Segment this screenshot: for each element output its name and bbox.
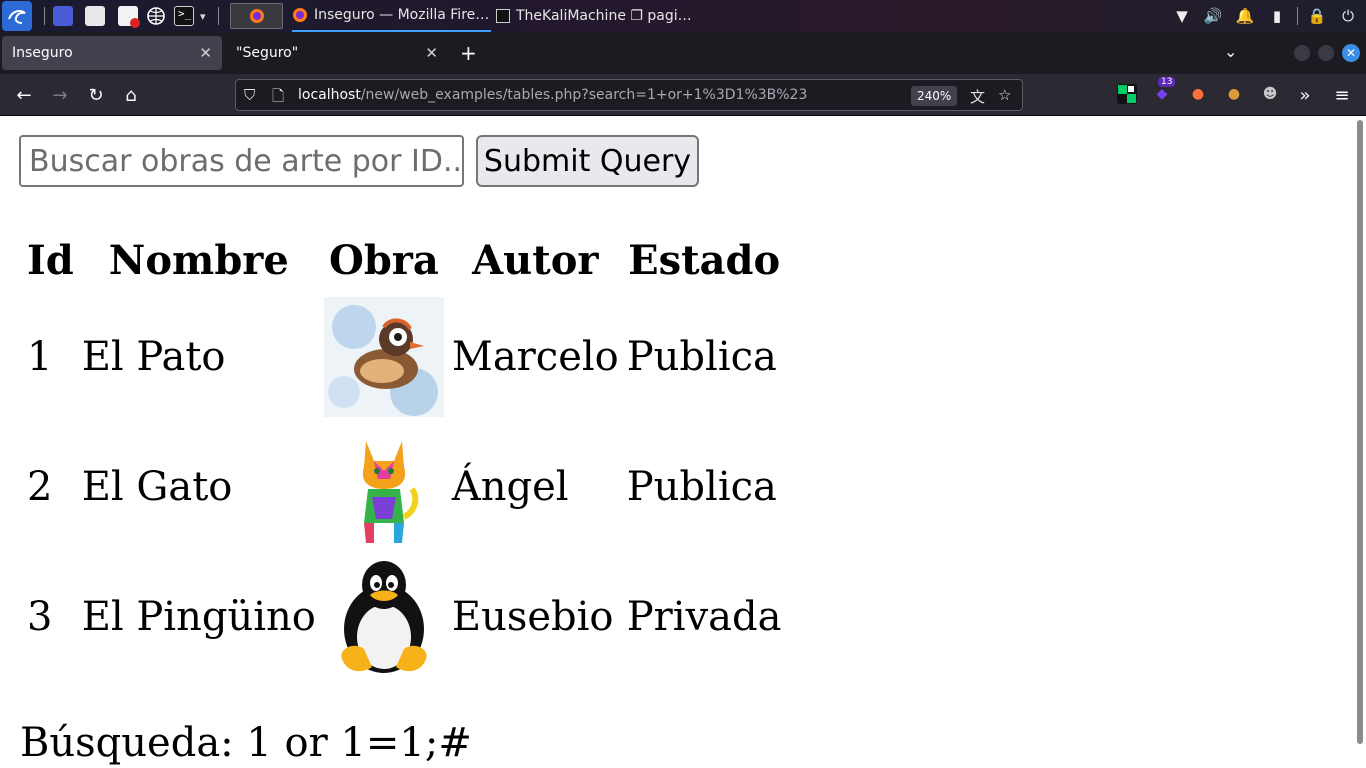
cell-autor: Ángel <box>451 464 569 510</box>
forward-arrow-icon[interactable]: → <box>47 82 73 108</box>
close-icon[interactable]: ✕ <box>199 44 212 62</box>
reload-icon[interactable]: ↻ <box>83 82 109 108</box>
taskbar-task-label: TheKaliMachine ❐ pagi… <box>516 8 692 24</box>
shield-icon[interactable]: ⛉ <box>244 86 255 104</box>
tab-seguro[interactable]: "Seguro" ✕ <box>226 36 448 70</box>
cell-nombre: El Gato <box>81 464 233 510</box>
minimize-button[interactable] <box>1294 45 1310 61</box>
url-text[interactable]: localhost/new/web_examples/tables.php?se… <box>298 87 807 103</box>
cookie-icon[interactable]: ● <box>1224 84 1244 104</box>
notifications-bell-icon[interactable]: 🔔 <box>1233 0 1257 32</box>
wifi-icon[interactable]: ▼ <box>1170 0 1194 32</box>
tab-inseguro[interactable]: Inseguro ✕ <box>2 36 222 70</box>
cell-estado: Publica <box>626 334 777 380</box>
cell-nombre: El Pato <box>81 334 226 380</box>
back-arrow-icon[interactable]: ← <box>11 82 37 108</box>
taskbar-task-firefox[interactable]: Inseguro — Mozilla Fire… <box>292 0 491 32</box>
translate-icon[interactable]: 文 <box>970 86 985 107</box>
kali-dragon-icon <box>8 10 26 24</box>
window-close-button[interactable]: ✕ <box>1342 44 1360 62</box>
more-tools-chevron-icon[interactable]: » <box>1292 82 1318 108</box>
penguin-artwork-image <box>323 557 444 677</box>
extension-qr-icon[interactable] <box>1117 84 1137 104</box>
column-header-autor: Autor <box>472 236 599 284</box>
cell-estado: Publica <box>626 464 777 510</box>
home-icon[interactable]: ⌂ <box>118 82 144 108</box>
new-tab-button[interactable]: + <box>460 41 477 65</box>
taskbar-task-terminal[interactable]: TheKaliMachine ❐ pagi… <box>496 0 692 32</box>
table-row: 3 El Pingüino Eusebio Privada <box>27 554 781 680</box>
chevron-down-icon[interactable]: ▾ <box>200 0 206 32</box>
workspace-icon[interactable] <box>53 6 73 26</box>
column-header-estado: Estado <box>628 236 781 284</box>
submit-query-button[interactable]: Submit Query <box>476 135 699 187</box>
duck-artwork-image <box>323 297 444 417</box>
kali-menu-button[interactable] <box>2 1 32 31</box>
page-info-icon[interactable]: 🗋 <box>272 86 284 111</box>
url-path: /new/web_examples/tables.php?search=1+or… <box>360 87 808 103</box>
cell-obra <box>323 424 444 550</box>
hamburger-menu-icon[interactable]: ≡ <box>1329 82 1355 108</box>
cell-id: 2 <box>27 464 53 510</box>
zoom-level-badge[interactable]: 240% <box>911 86 958 106</box>
cell-obra <box>323 554 444 680</box>
maximize-button[interactable] <box>1318 45 1334 61</box>
search-result-text: Búsqueda: 1 or 1=1;# <box>20 720 472 766</box>
artworks-table: Id Nombre Obra Autor Estado 1 El Pato Ma… <box>19 226 789 684</box>
extension-fox-icon[interactable]: ● <box>1188 84 1208 104</box>
os-taskbar: >_ ▾ Inseguro — Mozilla Fire… TheKaliMac… <box>0 0 1366 32</box>
search-input[interactable] <box>19 135 464 187</box>
tab-label: "Seguro" <box>236 45 299 61</box>
page-content: Submit Query Id Nombre Obra Autor Estado… <box>0 116 1354 768</box>
chevron-down-icon[interactable]: ⌄ <box>1224 42 1237 61</box>
cat-artwork-image <box>323 427 444 547</box>
taskbar-task-label: Inseguro — Mozilla Fire… <box>314 7 490 23</box>
url-host: localhost <box>298 87 361 103</box>
battery-icon[interactable]: ▮ <box>1265 0 1289 32</box>
extension-face-icon[interactable]: ☻ <box>1260 84 1280 104</box>
page-scrollbar[interactable] <box>1354 116 1366 768</box>
taskbar-separator <box>44 7 45 25</box>
volume-icon[interactable]: 🔊 <box>1201 0 1225 32</box>
table-row: 1 El Pato Marcelo Publica <box>27 294 781 420</box>
column-header-id: Id <box>27 236 74 284</box>
taskbar-separator <box>218 7 219 25</box>
browser-nav-bar: ← → ↻ ⌂ ⛉ 🗋 localhost/new/web_examples/t… <box>0 74 1366 116</box>
power-icon[interactable]: ⏻ <box>1336 0 1360 32</box>
text-editor-icon[interactable] <box>118 6 140 28</box>
web-browser-globe-icon[interactable] <box>146 6 166 26</box>
firefox-icon <box>249 9 264 23</box>
url-bar[interactable]: ⛉ 🗋 localhost/new/web_examples/tables.ph… <box>235 79 1023 111</box>
firefox-icon <box>293 8 307 22</box>
file-manager-icon[interactable] <box>85 6 105 26</box>
taskbar-separator <box>1297 7 1298 25</box>
cell-obra <box>323 294 444 420</box>
lock-icon[interactable]: 🔒 <box>1305 0 1329 32</box>
cell-id: 1 <box>27 334 53 380</box>
column-header-nombre: Nombre <box>108 236 289 284</box>
bookmark-star-icon[interactable]: ☆ <box>998 86 1011 104</box>
cell-estado: Privada <box>626 594 782 640</box>
cell-autor: Marcelo <box>451 334 619 380</box>
table-row: 2 El Gato Ángel Publica <box>27 424 781 550</box>
scrollbar-thumb[interactable] <box>1357 120 1363 744</box>
terminal-icon[interactable]: >_ <box>174 6 194 26</box>
cell-autor: Eusebio <box>451 594 614 640</box>
extension-purple-icon[interactable]: ◆ <box>1152 84 1172 104</box>
cell-id: 3 <box>27 594 53 640</box>
terminal-icon <box>496 9 510 23</box>
firefox-window-thumbnail[interactable] <box>230 3 283 29</box>
tab-label: Inseguro <box>12 45 73 61</box>
close-icon[interactable]: ✕ <box>425 44 438 62</box>
cell-nombre: El Pingüino <box>81 594 316 640</box>
column-header-obra: Obra <box>328 236 439 284</box>
extension-count-badge: 13 <box>1158 77 1176 87</box>
table-header-row: Id Nombre Obra Autor Estado <box>27 230 781 290</box>
